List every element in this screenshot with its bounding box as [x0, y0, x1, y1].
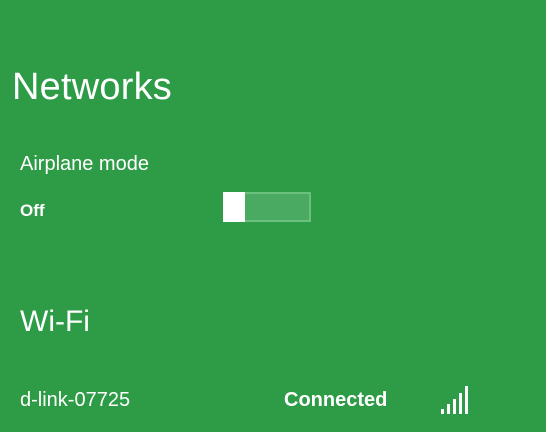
panel-title: Networks	[12, 66, 172, 108]
network-status: Connected	[284, 389, 388, 411]
airplane-mode-state: Off	[20, 201, 45, 220]
airplane-mode-toggle[interactable]	[223, 192, 311, 222]
network-list-item[interactable]: d-link-07725 Connected	[0, 378, 546, 422]
networks-panel: Networks Airplane mode Off Wi-Fi d-link-…	[0, 0, 546, 432]
airplane-mode-label: Airplane mode	[20, 153, 149, 175]
wifi-heading: Wi-Fi	[20, 305, 90, 338]
network-name: d-link-07725	[20, 389, 131, 411]
toggle-thumb[interactable]	[223, 192, 245, 222]
signal-strength-icon	[441, 384, 477, 414]
